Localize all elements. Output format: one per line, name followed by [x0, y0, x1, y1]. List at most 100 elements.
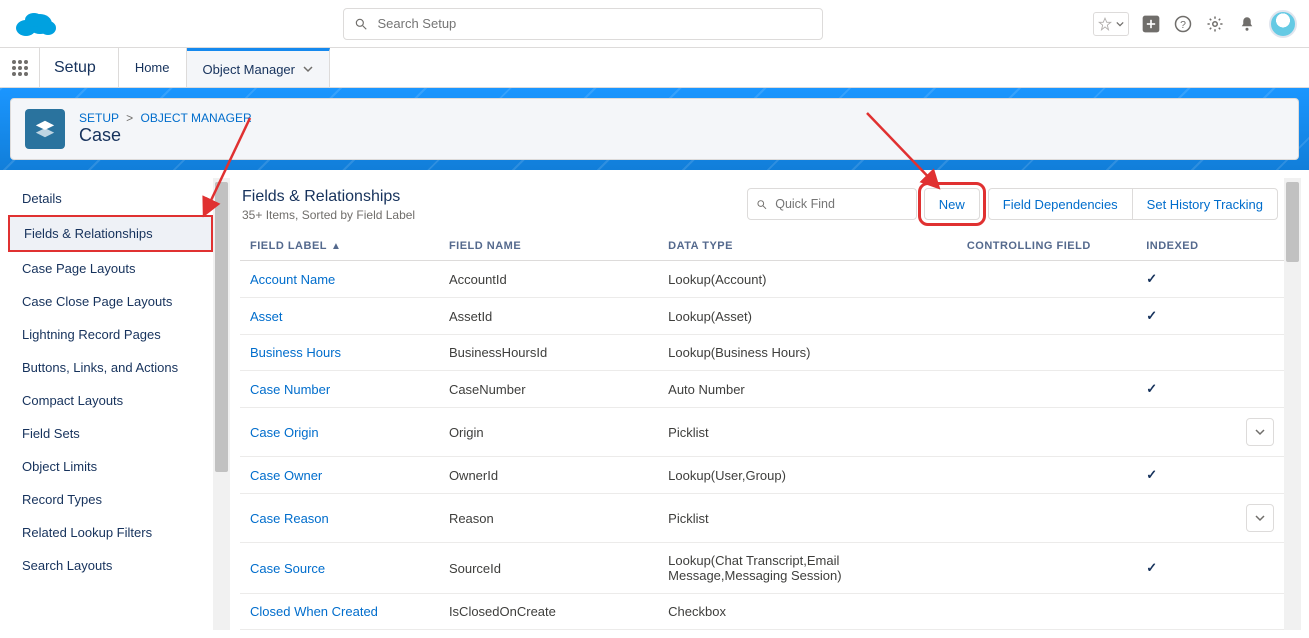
new-button[interactable]: New — [924, 188, 980, 220]
page-scrollbar[interactable] — [1284, 178, 1301, 630]
field-label-link[interactable]: Case Reason — [240, 494, 439, 543]
sidebar-item[interactable]: Case Close Page Layouts — [8, 285, 213, 318]
field-dependencies-button[interactable]: Field Dependencies — [988, 188, 1133, 220]
gear-icon — [1206, 15, 1224, 33]
row-menu-button[interactable] — [1246, 418, 1274, 446]
page-header: SETUP > OBJECT MANAGER Case — [10, 98, 1299, 160]
col-field-name[interactable]: FIELD NAME — [439, 232, 658, 261]
field-name: SourceId — [439, 543, 658, 594]
set-history-tracking-button[interactable]: Set History Tracking — [1132, 188, 1278, 220]
sidebar-item[interactable]: Details — [8, 182, 213, 215]
global-search[interactable] — [343, 8, 823, 40]
sidebar-item[interactable]: Related Lookup Filters — [8, 516, 213, 549]
table-row: AssetAssetIdLookup(Asset)✓ — [240, 298, 1284, 335]
waffle-icon — [11, 59, 29, 77]
scrollbar-thumb[interactable] — [215, 182, 228, 472]
page-title: Case — [79, 125, 252, 147]
quick-find[interactable] — [747, 188, 917, 220]
table-row: Case ReasonReasonPicklist — [240, 494, 1284, 543]
sidebar: DetailsFields & RelationshipsCase Page L… — [8, 178, 213, 630]
field-controlling — [957, 594, 1136, 630]
field-name: IsClosedOnCreate — [439, 594, 658, 630]
fields-table: FIELD LABEL▲ FIELD NAME DATA TYPE CONTRO… — [240, 232, 1284, 630]
sidebar-item[interactable]: Field Sets — [8, 417, 213, 450]
table-row: Closed When CreatedIsClosedOnCreateCheck… — [240, 594, 1284, 630]
row-actions-cell — [1236, 298, 1284, 335]
field-label-link[interactable]: Case Number — [240, 371, 439, 408]
field-data-type: Lookup(Chat Transcript,Email Message,Mes… — [658, 543, 957, 594]
field-label-link[interactable]: Case Origin — [240, 408, 439, 457]
tab-label: Object Manager — [203, 62, 296, 77]
field-indexed: ✓ — [1136, 543, 1236, 594]
field-indexed: ✓ — [1136, 371, 1236, 408]
app-launcher[interactable] — [0, 48, 40, 87]
sidebar-item[interactable]: Case Page Layouts — [8, 252, 213, 285]
sort-asc-icon: ▲ — [331, 241, 341, 252]
sidebar-item[interactable]: Object Limits — [8, 450, 213, 483]
field-indexed: ✓ — [1136, 261, 1236, 298]
field-data-type: Lookup(Asset) — [658, 298, 957, 335]
field-data-type: Checkbox — [658, 594, 957, 630]
table-row: Case SourceSourceIdLookup(Chat Transcrip… — [240, 543, 1284, 594]
breadcrumb-sep: > — [126, 111, 133, 125]
field-label-link[interactable]: Case Owner — [240, 457, 439, 494]
breadcrumb: SETUP > OBJECT MANAGER — [79, 111, 252, 125]
object-icon — [25, 109, 65, 149]
star-icon — [1098, 17, 1112, 31]
field-name: Reason — [439, 494, 658, 543]
check-icon: ✓ — [1146, 467, 1157, 482]
col-controlling-field[interactable]: CONTROLLING FIELD — [957, 232, 1136, 261]
global-add-button[interactable] — [1141, 14, 1161, 34]
chevron-down-icon — [303, 64, 313, 74]
row-menu-button[interactable] — [1246, 504, 1274, 532]
table-header-row: FIELD LABEL▲ FIELD NAME DATA TYPE CONTRO… — [240, 232, 1284, 261]
table-row: Account NameAccountIdLookup(Account)✓ — [240, 261, 1284, 298]
favorites-button[interactable] — [1093, 12, 1129, 36]
row-actions-cell — [1236, 494, 1284, 543]
field-data-type: Picklist — [658, 408, 957, 457]
user-avatar[interactable] — [1269, 10, 1297, 38]
quick-find-input[interactable] — [773, 196, 908, 212]
table-row: Case OwnerOwnerIdLookup(User,Group)✓ — [240, 457, 1284, 494]
field-controlling — [957, 457, 1136, 494]
field-name: CaseNumber — [439, 371, 658, 408]
table-row: Case OriginOriginPicklist — [240, 408, 1284, 457]
plus-icon — [1141, 14, 1161, 34]
sidebar-item[interactable]: Search Layouts — [8, 549, 213, 582]
sidebar-item[interactable]: Compact Layouts — [8, 384, 213, 417]
tab-home[interactable]: Home — [119, 48, 187, 87]
global-actions: ? — [1093, 10, 1297, 38]
chevron-down-icon — [1255, 427, 1265, 437]
field-label-link[interactable]: Asset — [240, 298, 439, 335]
sidebar-item[interactable]: Buttons, Links, and Actions — [8, 351, 213, 384]
col-data-type[interactable]: DATA TYPE — [658, 232, 957, 261]
main-header: Fields & Relationships 35+ Items, Sorted… — [240, 184, 1284, 232]
row-actions-cell — [1236, 261, 1284, 298]
chevron-down-icon — [1116, 20, 1124, 28]
sidebar-item[interactable]: Fields & Relationships — [8, 215, 213, 252]
check-icon: ✓ — [1146, 271, 1157, 286]
breadcrumb-object-manager[interactable]: OBJECT MANAGER — [141, 111, 252, 125]
question-icon: ? — [1174, 15, 1192, 33]
salesforce-logo[interactable] — [12, 8, 72, 40]
sidebar-item[interactable]: Record Types — [8, 483, 213, 516]
field-controlling — [957, 408, 1136, 457]
tab-object-manager[interactable]: Object Manager — [187, 48, 331, 87]
field-controlling — [957, 261, 1136, 298]
scrollbar-thumb[interactable] — [1286, 182, 1299, 262]
sidebar-item[interactable]: Lightning Record Pages — [8, 318, 213, 351]
field-label-link[interactable]: Case Source — [240, 543, 439, 594]
setup-gear-button[interactable] — [1205, 14, 1225, 34]
col-indexed[interactable]: INDEXED — [1136, 232, 1236, 261]
col-field-label[interactable]: FIELD LABEL▲ — [240, 232, 439, 261]
field-label-link[interactable]: Closed When Created — [240, 594, 439, 630]
search-icon — [756, 198, 767, 211]
global-search-input[interactable] — [376, 15, 812, 32]
sidebar-scrollbar[interactable] — [213, 178, 230, 630]
breadcrumb-setup[interactable]: SETUP — [79, 111, 119, 125]
help-button[interactable]: ? — [1173, 14, 1193, 34]
field-label-link[interactable]: Business Hours — [240, 335, 439, 371]
row-actions-cell — [1236, 408, 1284, 457]
field-label-link[interactable]: Account Name — [240, 261, 439, 298]
notifications-button[interactable] — [1237, 14, 1257, 34]
